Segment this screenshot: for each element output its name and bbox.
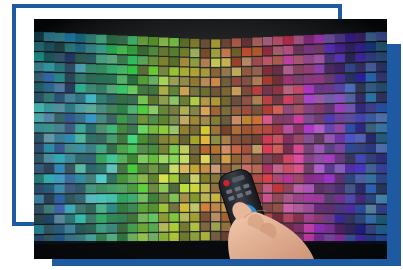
video-wall-illustration: [34, 19, 387, 259]
video-wall-photo: [34, 19, 387, 259]
